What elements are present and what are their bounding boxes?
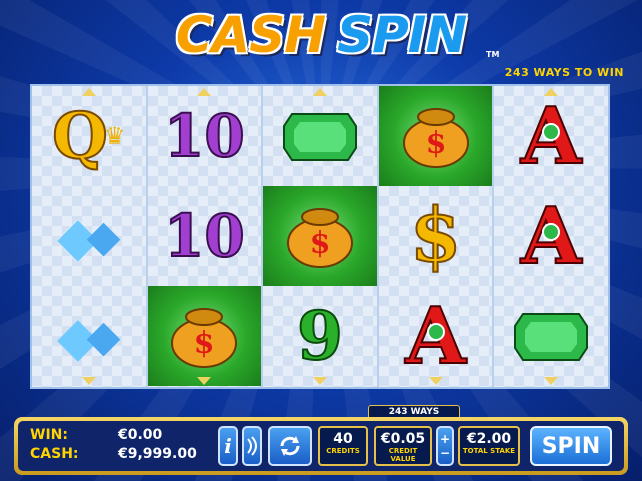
win-value: €0.00 [118,427,163,443]
money-bag-icon: $ [263,186,377,286]
minus-icon[interactable]: − [440,446,450,460]
control-panel-inner: WIN: €0.00 CASH: €9,999.00 i 40 CREDITS … [18,421,624,471]
emerald-icon [263,86,377,186]
diamond-icon: ◆ ◆ [57,304,121,368]
trademark: TM [486,50,500,59]
credit-value: €0.05 [380,431,426,447]
money-bag-icon: $ [147,286,262,386]
sound-icon [247,436,257,456]
nine-icon: 9 [296,296,344,376]
diamond-icon: ◆ ◆ [57,204,121,268]
stake-label: TOTAL STAKE [462,447,516,455]
money-bag-icon: $ [378,86,493,186]
dollar-icon: $ [409,192,462,280]
svg-text:$: $ [310,226,331,261]
ace-icon: A [494,86,608,186]
credit-value-label: CREDIT VALUE [388,447,418,463]
cash-value: €9,999.00 [118,446,197,462]
arrow-down-icon [312,377,327,385]
ten-icon: 10 [163,201,246,271]
ways-to-win: 243 WAYS TO WIN [504,66,624,79]
arrow-down-icon [197,377,212,385]
reel-3: $ 9 [263,86,379,387]
credits-value: 40 [333,431,353,447]
reels-grid: Q♛ ◆◆ ◆◆ 10 10 $ $ 9 $ $ A [30,84,610,389]
reel-1: Q ♛ ◆ ◆ ◆ ◆ [32,86,148,387]
cash-label: CASH: [30,446,79,462]
svg-text:$: $ [425,126,446,161]
total-stake-display: €2.00 TOTAL STAKE [458,426,520,466]
autoplay-button[interactable] [268,426,312,466]
ten-icon: 10 [163,101,246,171]
ace-icon: A [379,286,493,386]
logo-cash: CASH [175,6,326,64]
reel-2: 10 10 $ [147,86,264,387]
credits-display[interactable]: 40 CREDITS [318,426,368,466]
arrow-down-icon [81,377,96,385]
svg-text:$: $ [194,326,215,361]
win-label: WIN: [30,427,68,443]
gem-icon [426,323,445,341]
ace-icon: A [494,186,608,286]
plus-icon[interactable]: + [440,432,450,446]
reel-5: A A [494,86,608,387]
arrow-down-icon [544,377,559,385]
info-button[interactable]: i [218,426,238,466]
logo-spin: SPIN [337,6,467,64]
credit-value-stepper[interactable]: + − [436,426,454,466]
autoplay-icon [280,436,300,456]
game-logo: CASH SPIN [150,4,492,66]
stake-value: €2.00 [466,431,512,447]
arrow-down-icon [428,377,443,385]
queen-crown-icon: Q ♛ [51,98,126,175]
gem-icon [542,123,561,141]
spin-button[interactable]: SPIN [530,426,612,466]
sound-button[interactable] [242,426,262,466]
emerald-icon [494,286,608,386]
reel-4: $ $ A [378,86,495,387]
control-panel: WIN: €0.00 CASH: €9,999.00 i 40 CREDITS … [14,417,628,475]
credit-value-display: €0.05 CREDIT VALUE [374,426,432,466]
gem-icon [542,223,561,241]
credits-label: CREDITS [326,447,360,455]
